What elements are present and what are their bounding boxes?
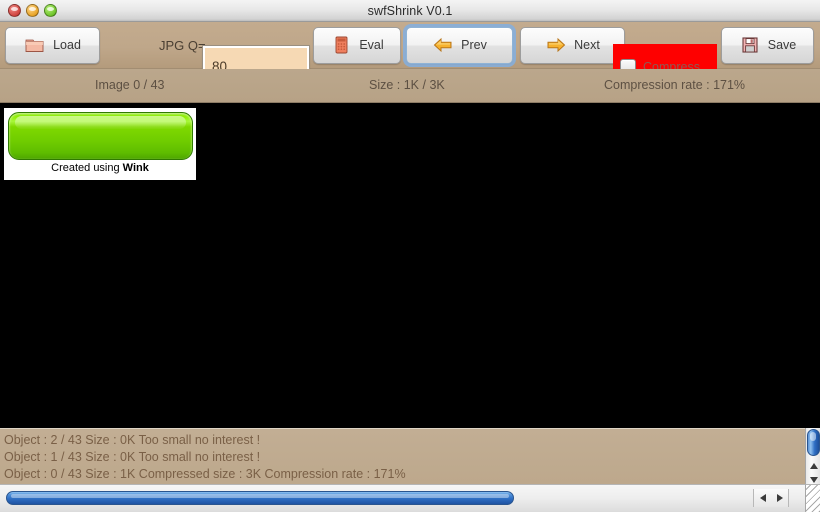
log-line: Object : 1 / 43 Size : 0K Too small no i… — [4, 450, 261, 464]
folder-icon — [24, 35, 46, 55]
window-title: swfShrink V0.1 — [367, 3, 453, 18]
title-bar: swfShrink V0.1 — [0, 0, 820, 22]
log-line: Object : 2 / 43 Size : 0K Too small no i… — [4, 433, 261, 447]
log-panel[interactable]: Object : 2 / 43 Size : 0K Too small no i… — [0, 428, 805, 484]
load-button-label: Load — [53, 38, 81, 52]
jpg-quality-label: JPG Q= — [159, 37, 206, 53]
eval-button[interactable]: Eval — [313, 26, 401, 64]
image-counter: Image 0 / 43 — [95, 78, 165, 92]
floppy-disk-icon — [739, 35, 761, 55]
toolbar: Load JPG Q= 80 Eval Prev Next Compress S… — [0, 22, 820, 90]
calculator-icon — [330, 35, 352, 55]
scroll-up-icon[interactable] — [806, 459, 820, 473]
save-button[interactable]: Save — [721, 26, 814, 64]
horizontal-scrollbar[interactable] — [0, 484, 805, 512]
application-window: swfShrink V0.1 Load JPG Q= 80 Eval Prev … — [0, 0, 820, 512]
arrow-left-icon — [432, 35, 454, 55]
horizontal-scrollbar-thumb[interactable] — [6, 491, 514, 505]
prev-button-label: Prev — [461, 38, 487, 52]
scroll-left-icon[interactable] — [759, 494, 766, 502]
horizontal-scroll-arrows[interactable] — [753, 489, 789, 507]
compression-rate-info: Compression rate : 171% — [604, 78, 746, 92]
image-preview[interactable]: Created using Wink — [2, 106, 198, 182]
scroll-right-icon[interactable] — [776, 494, 783, 502]
vertical-scrollbar-thumb[interactable] — [807, 429, 820, 456]
prev-button[interactable]: Prev — [403, 23, 516, 67]
eval-button-label: Eval — [359, 38, 384, 52]
arrow-right-icon — [545, 35, 567, 55]
load-button[interactable]: Load — [5, 26, 100, 64]
status-info-strip: Image 0 / 43 Size : 1K / 3K Compression … — [0, 69, 820, 103]
log-line: Object : 0 / 43 Size : 1K Compressed siz… — [4, 467, 406, 481]
preview-canvas[interactable]: Created using Wink — [0, 103, 820, 428]
save-button-label: Save — [767, 38, 797, 52]
green-button-graphic — [8, 112, 193, 160]
preview-caption-prefix: Created using — [51, 162, 123, 174]
size-info: Size : 1K / 3K — [369, 78, 445, 92]
preview-caption: Created using Wink — [8, 162, 192, 174]
next-button-label: Next — [574, 38, 600, 52]
preview-caption-brand: Wink — [122, 162, 149, 174]
resize-grip[interactable] — [805, 484, 820, 512]
next-button[interactable]: Next — [520, 26, 625, 64]
